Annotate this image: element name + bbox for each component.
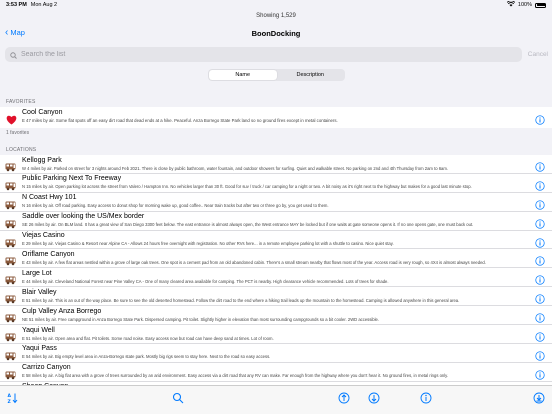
search-input[interactable] (21, 51, 501, 58)
favorites-count: 1 favorites (6, 130, 30, 136)
rv-icon (5, 253, 17, 266)
showing-count: Showing 1,529 (256, 13, 296, 19)
location-row[interactable]: Kellogg Park W 4 miles by air. Parked on … (0, 155, 552, 174)
location-title: Yaqui Well (22, 326, 55, 334)
info-icon[interactable] (535, 159, 545, 172)
favorite-item[interactable]: Cool Canyon E 47 miles by air. Some flat… (0, 107, 552, 128)
location-subtitle: W 4 miles by air. Parked on street for 3… (22, 165, 449, 171)
rv-icon (5, 329, 17, 342)
location-row[interactable]: Public Parking Next To Freeway N 15 miles… (0, 174, 552, 193)
location-title: Saddle over looking the US/Mex border (22, 213, 145, 221)
info-icon[interactable] (535, 112, 545, 125)
location-subtitle: NE 51 miles by air. Free campground in A… (22, 316, 380, 322)
info-icon[interactable] (535, 272, 545, 285)
location-title: Blair Valley (22, 288, 57, 296)
location-subtitle: N 16 miles by air. Off road parking. Eas… (22, 203, 329, 209)
search-icon[interactable] (172, 391, 184, 404)
location-subtitle: E 44 miles by air. Cleveland National Fo… (22, 278, 389, 284)
battery-icon (535, 2, 546, 8)
status-bar: 3:53 PM Mon Aug 2 100% (0, 0, 552, 10)
rv-icon (5, 235, 17, 247)
location-title: Yaqui Pass (22, 345, 57, 353)
info-icon[interactable] (535, 216, 545, 229)
search-box[interactable] (5, 47, 522, 62)
search-icon (10, 46, 17, 64)
location-subtitle: E 29 miles by air. Viejas Casino & Resor… (22, 241, 394, 247)
location-title: Large Lot (22, 269, 52, 277)
location-title: Culp Valley Anza Borrego (22, 307, 102, 315)
status-time: 3:53 PM (6, 2, 27, 8)
location-title: Oriflame Canyon (22, 250, 75, 258)
location-subtitle: E 51 miles by air. Open area and flat. P… (22, 335, 274, 341)
location-title: Carrizo Canyon (22, 364, 71, 372)
location-subtitle: E 51 miles by air. This is an out of the… (22, 297, 460, 303)
locations-header: LOCATIONS (6, 147, 37, 153)
rv-icon (5, 272, 17, 285)
list-settings-icon[interactable] (533, 391, 545, 404)
location-subtitle: SE 26 miles by air. On BLM land. It has … (22, 222, 474, 228)
location-row[interactable]: Blair Valley E 51 miles by air. This is a… (0, 287, 552, 307)
rv-icon (5, 367, 17, 380)
info-icon[interactable] (535, 310, 545, 323)
location-row[interactable]: Oriflame Canyon E 43 miles by air. A few … (0, 249, 552, 269)
upload-icon[interactable] (338, 391, 350, 404)
segment-description[interactable]: Description (277, 70, 345, 80)
rv-icon (5, 216, 17, 228)
location-row[interactable]: N Coast Hwy 101 N 16 miles by air. Off ro… (0, 193, 552, 212)
sort-az-icon[interactable]: AZ (7, 391, 19, 405)
segment-name[interactable]: Name (209, 70, 277, 80)
location-row[interactable]: Culp Valley Anza Borrego NE 51 miles by a… (0, 306, 552, 326)
location-subtitle: E 58 miles by air. A big flat area with … (22, 373, 449, 379)
status-date: Mon Aug 2 (30, 2, 58, 8)
rv-icon (5, 159, 17, 172)
svg-text:A: A (8, 393, 12, 399)
favorites-header: FAVORITES (6, 99, 36, 105)
bottom-toolbar: AZ (0, 385, 552, 414)
battery-percent: 100% (517, 2, 532, 8)
status-right: 100% (506, 0, 546, 9)
segmented-control: Name Description (208, 69, 345, 81)
location-row[interactable]: Yaqui Pass E 54 miles by air. Big empty l… (0, 344, 552, 363)
info-icon[interactable] (535, 235, 545, 248)
nav-title: BoonDocking (251, 29, 301, 38)
location-row[interactable]: Saddle over looking the US/Mex border SE … (0, 212, 552, 231)
svg-text:Z: Z (8, 399, 12, 404)
location-title: Kellogg Park (22, 156, 62, 164)
info-icon[interactable] (420, 391, 432, 404)
rv-icon (5, 291, 17, 304)
rv-icon (5, 310, 17, 323)
locations-list: Kellogg Park W 4 miles by air. Parked on … (0, 155, 552, 401)
location-row[interactable]: Large Lot E 44 miles by air. Cleveland Na… (0, 268, 552, 288)
rv-icon (5, 197, 17, 210)
info-icon[interactable] (535, 348, 545, 361)
info-icon[interactable] (535, 291, 545, 304)
info-icon[interactable] (535, 367, 545, 380)
download-icon[interactable] (368, 391, 380, 404)
nav-bar: ‹ Map BoonDocking (0, 26, 552, 42)
location-row[interactable]: Carrizo Canyon E 58 miles by air. A big f… (0, 363, 552, 382)
favorite-subtitle: E 47 miles by air. Some flat spots off a… (22, 118, 338, 123)
location-subtitle: E 54 miles by air. Big empty level area … (22, 354, 271, 360)
rv-icon (5, 178, 17, 191)
location-subtitle: E 43 miles by air. A few flat areas nest… (22, 259, 486, 265)
heart-icon (6, 112, 17, 125)
location-row[interactable]: Yaqui Well E 51 miles by air. Open area a… (0, 325, 552, 344)
info-icon[interactable] (535, 329, 545, 342)
location-title: N Coast Hwy 101 (22, 194, 77, 202)
info-icon[interactable] (535, 197, 545, 210)
cancel-button[interactable]: Cancel (528, 51, 548, 58)
info-icon[interactable] (535, 253, 545, 267)
rv-icon (5, 348, 17, 361)
location-title: Public Parking Next To Freeway (22, 175, 122, 183)
location-title: Viejas Casino (22, 232, 65, 240)
wifi-icon (506, 0, 516, 9)
search-row: Cancel (0, 47, 552, 63)
info-icon[interactable] (535, 178, 545, 191)
location-subtitle: N 15 miles by air. Open parking lot acro… (22, 184, 472, 190)
favorite-title: Cool Canyon (22, 109, 63, 116)
location-row[interactable]: Viejas Casino E 29 miles by air. Viejas C… (0, 231, 552, 250)
